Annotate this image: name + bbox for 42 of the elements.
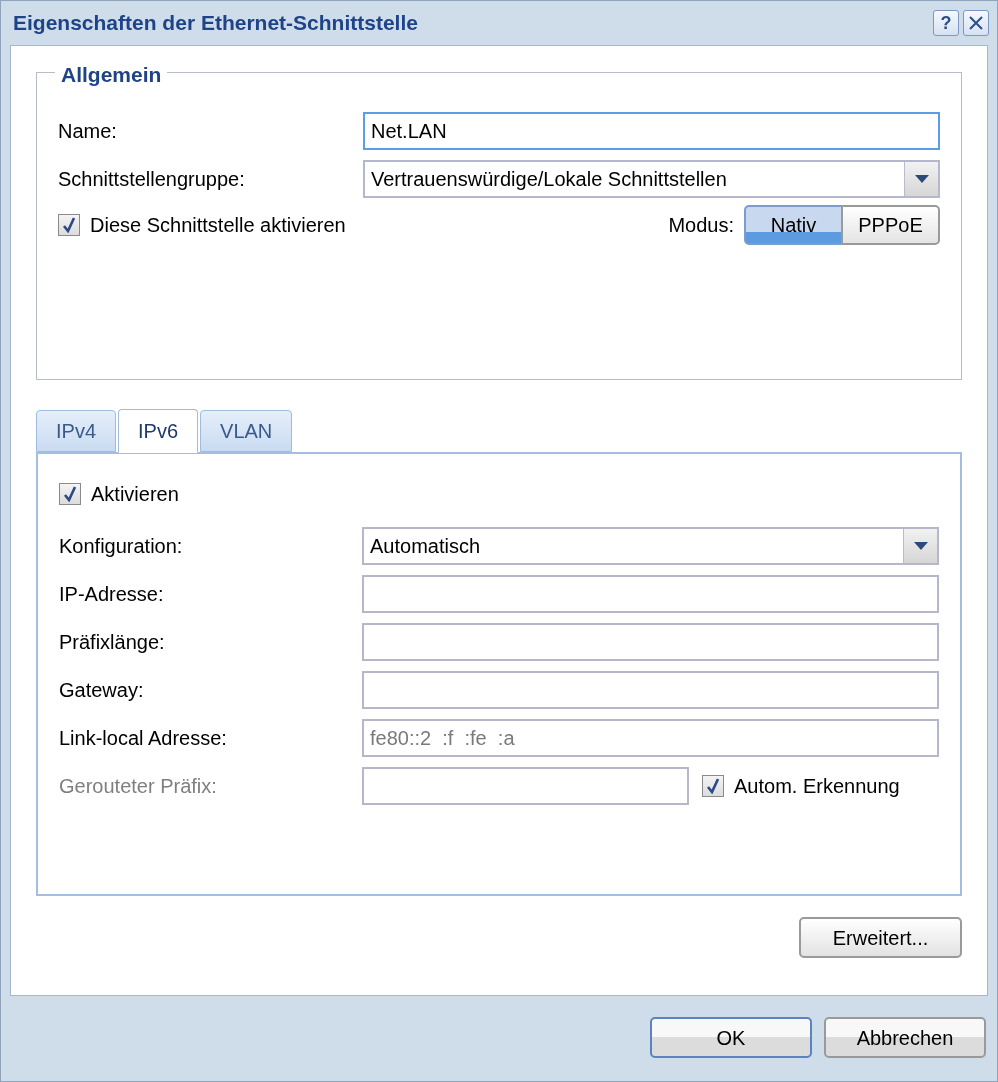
checkmark-icon [706,778,720,794]
tab[interactable]: IPv6 [118,409,199,453]
field-label: Gerouteter Präfix: [59,774,217,799]
mode-label: Modus: [668,213,734,238]
checkbox-label: Autom. Erkennung [734,774,900,799]
field-label: Gateway: [59,678,144,703]
tab[interactable]: VLAN [200,410,293,452]
dropdown-field[interactable]: Automatisch [362,527,939,565]
field-label: Schnittstellengruppe: [58,167,245,192]
checkmark-icon [63,486,77,502]
checkbox[interactable] [59,483,81,505]
advanced-button[interactable]: Erweitert... [799,917,962,958]
tab[interactable]: IPv4 [36,410,117,452]
checkbox-label: Diese Schnittstelle aktivieren [90,213,346,238]
mode-toggle[interactable]: PPPoE [841,205,940,245]
checkbox[interactable] [58,214,80,236]
input-field[interactable]: Net.LAN [363,112,940,150]
window-title: Eigenschaften der Ethernet-Schnittstelle [13,10,418,37]
dropdown-value: Automatisch [370,534,481,559]
dropdown-value: Vertrauenswürdige/Lokale Schnittstellen [371,167,727,192]
caret-icon [913,542,928,550]
help-button[interactable]: ? [933,10,959,36]
field-label: Name: [58,119,117,144]
checkmark-icon [62,217,76,233]
caret-icon [914,175,929,183]
field-label: Link-local Adresse: [59,726,227,751]
cancel-button[interactable]: Abbrechen [824,1017,986,1058]
input-field[interactable]: fe80::2 :f :fe :a [362,719,939,757]
field-label: IP-Adresse: [59,582,164,607]
dropdown-button[interactable] [904,162,938,196]
close-button[interactable] [963,10,989,36]
field-label: Präfixlänge: [59,630,165,655]
mode-toggle[interactable]: Nativ [744,205,843,245]
field-label: Konfiguration: [59,534,183,559]
checkbox-label: Aktivieren [91,482,179,507]
close-icon [969,16,983,30]
dropdown-button[interactable] [903,529,937,563]
input-field[interactable] [362,623,939,661]
input-field[interactable] [362,671,939,709]
dropdown-field[interactable]: Vertrauenswürdige/Lokale Schnittstellen [363,160,940,198]
ok-button[interactable]: OK [650,1017,812,1058]
input-field[interactable] [362,575,939,613]
